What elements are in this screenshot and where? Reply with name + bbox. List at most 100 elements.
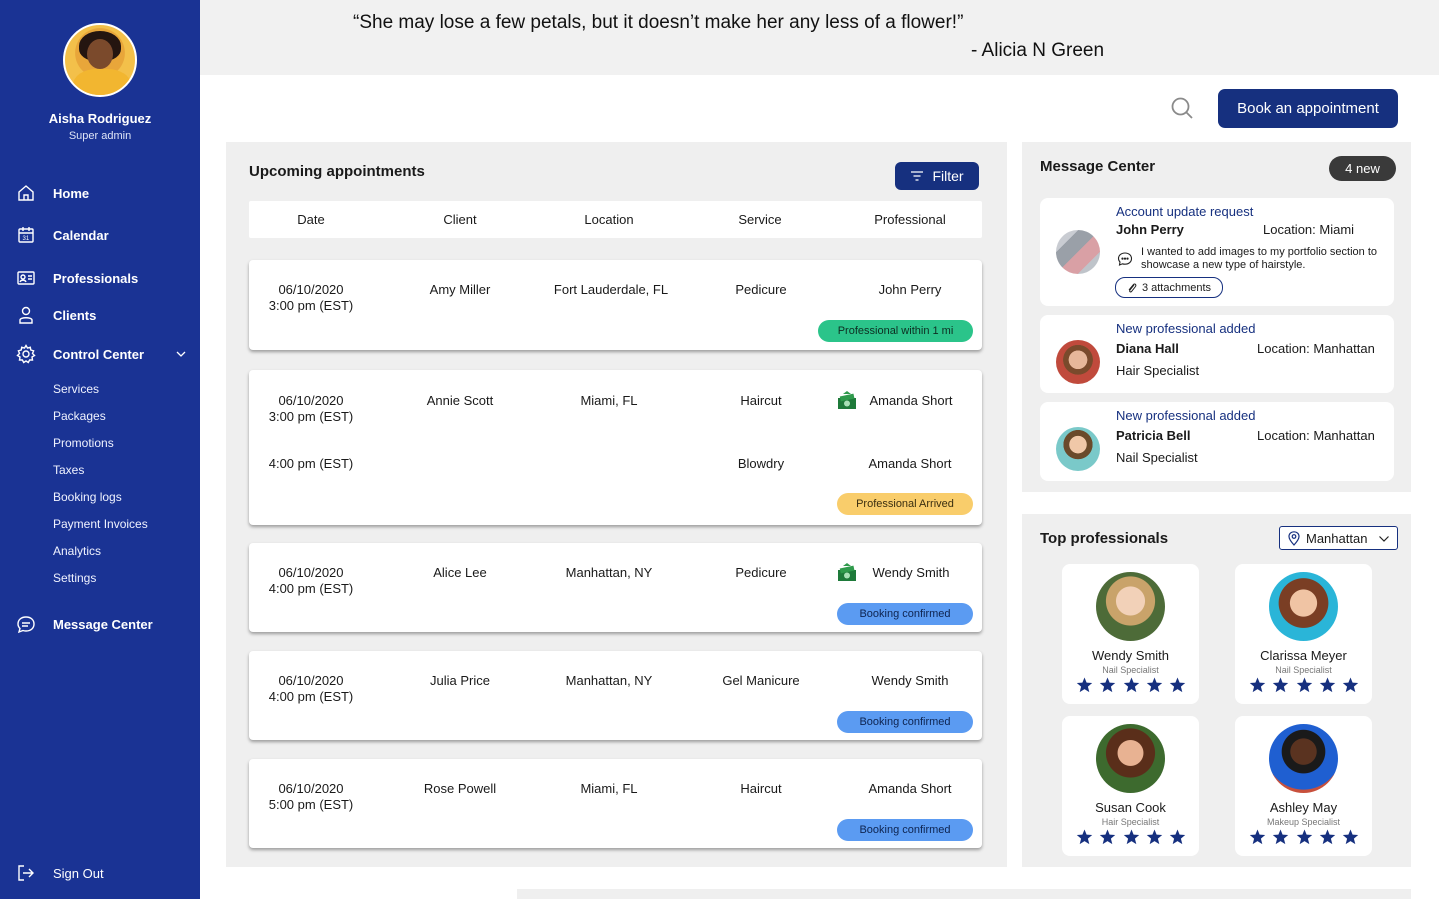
appointment-service: Haircut	[740, 393, 782, 408]
appointments-panel: Upcoming appointments Filter Date Client…	[226, 142, 1007, 867]
status-badge: Professional Arrived	[837, 493, 973, 515]
message-item[interactable]: New professional added Diana Hall Locati…	[1040, 315, 1394, 393]
message-sender: John Perry	[1116, 222, 1184, 237]
appointment-date: 06/10/2020	[278, 781, 344, 796]
star-icon	[1146, 677, 1162, 693]
footer-strip	[517, 889, 1411, 899]
nav-message-center[interactable]: Message Center	[0, 611, 200, 637]
location-select[interactable]: Manhattan	[1279, 526, 1398, 550]
sign-out-icon	[18, 865, 34, 881]
user-name: Aisha Rodriguez	[48, 111, 152, 126]
nav-clients[interactable]: Clients	[0, 302, 200, 328]
rating-stars	[1249, 677, 1359, 693]
appointment-row[interactable]: 06/10/2020 4:00 pm (EST) Alice Lee Manha…	[249, 543, 982, 632]
chevron-down-icon	[1379, 536, 1389, 542]
appointment-professional-secondary: Amanda Short	[868, 456, 952, 471]
appointment-professional: Wendy Smith	[872, 565, 950, 580]
appointment-time: 3:00 pm (EST)	[268, 298, 354, 313]
star-icon	[1123, 677, 1139, 693]
nav-control-center[interactable]: Control Center	[0, 341, 200, 367]
rating-stars	[1076, 829, 1186, 845]
appointment-row[interactable]: 06/10/2020 4:00 pm (EST) Julia Price Man…	[249, 651, 982, 740]
message-item[interactable]: New professional added Patricia Bell Loc…	[1040, 402, 1394, 481]
appointment-professional: John Perry	[878, 282, 942, 297]
star-icon	[1076, 829, 1093, 845]
professional-specialty: Nail Specialist	[1102, 665, 1159, 675]
appointment-professional: Amanda Short	[869, 393, 953, 408]
star-icon	[1319, 677, 1335, 693]
appointment-client: Alice Lee	[433, 565, 487, 580]
professional-name: Susan Cook	[1095, 800, 1166, 815]
star-icon	[1169, 829, 1186, 845]
svg-text:31: 31	[23, 236, 30, 242]
star-icon	[1342, 677, 1359, 693]
professional-card[interactable]: Susan Cook Hair Specialist	[1062, 716, 1199, 856]
appointment-row[interactable]: 06/10/2020 3:00 pm (EST) Annie Scott Mia…	[249, 370, 982, 525]
message-item[interactable]: Account update request John Perry Locati…	[1040, 198, 1394, 306]
professional-name: Clarissa Meyer	[1260, 648, 1347, 663]
column-header-service[interactable]: Service	[700, 212, 820, 227]
avatar	[1096, 572, 1165, 641]
user-avatar[interactable]	[63, 23, 137, 97]
filter-icon	[911, 171, 924, 181]
appointment-client: Annie Scott	[426, 393, 494, 408]
search-icon[interactable]	[1170, 96, 1194, 120]
user-icon	[19, 306, 33, 324]
status-badge: Booking confirmed	[837, 819, 973, 841]
column-header-date[interactable]: Date	[249, 212, 373, 227]
subnav-booking-logs[interactable]: Booking logs	[53, 490, 122, 504]
attachments-button[interactable]: 3 attachments	[1115, 277, 1223, 298]
subnav-payment-invoices[interactable]: Payment Invoices	[53, 517, 148, 531]
subnav-analytics[interactable]: Analytics	[53, 544, 101, 558]
appointment-location: Fort Lauderdale, FL	[553, 282, 669, 297]
message-title: New professional added	[1116, 321, 1256, 336]
appointments-title: Upcoming appointments	[249, 163, 425, 180]
professional-card[interactable]: Wendy Smith Nail Specialist	[1062, 564, 1199, 704]
nav-message-center-label: Message Center	[53, 616, 153, 632]
professional-card[interactable]: Clarissa Meyer Nail Specialist	[1235, 564, 1372, 704]
avatar	[1056, 340, 1100, 384]
rating-stars	[1076, 677, 1186, 693]
column-header-client[interactable]: Client	[400, 212, 520, 227]
appointment-location: Miami, FL	[580, 393, 638, 408]
professional-specialty: Makeup Specialist	[1266, 817, 1341, 827]
filter-button[interactable]: Filter	[895, 162, 979, 190]
message-sender: Diana Hall	[1116, 341, 1179, 356]
user-role: Super admin	[68, 130, 132, 142]
attachments-label: 3 attachments	[1141, 281, 1212, 294]
star-icon	[1296, 677, 1312, 693]
status-badge: Professional within 1 mi	[818, 320, 973, 342]
message-center-panel: Message Center 4 new Account update requ…	[1022, 142, 1411, 492]
nav-professionals[interactable]: Professionals	[0, 265, 200, 291]
chevron-down-icon	[176, 351, 186, 357]
star-icon	[1249, 677, 1266, 693]
comment-icon	[1117, 252, 1133, 266]
nav-calendar[interactable]: 31 Calendar	[0, 222, 200, 248]
appointment-client: Julia Price	[430, 673, 490, 688]
location-select-value: Manhattan	[1306, 531, 1368, 546]
column-header-location[interactable]: Location	[529, 212, 689, 227]
nav-control-center-label: Control Center	[53, 346, 144, 362]
subnav-promotions[interactable]: Promotions	[53, 436, 114, 450]
star-icon	[1273, 677, 1289, 693]
subnav-packages[interactable]: Packages	[53, 409, 106, 423]
subnav-taxes[interactable]: Taxes	[53, 463, 84, 477]
appointment-time: 5:00 pm (EST)	[268, 797, 354, 812]
column-header-professional[interactable]: Professional	[850, 212, 970, 227]
nav-clients-label: Clients	[53, 307, 97, 323]
nav-home[interactable]: Home	[0, 180, 200, 206]
subnav-settings[interactable]: Settings	[53, 571, 96, 585]
appointment-row[interactable]: 06/10/2020 3:00 pm (EST) Amy Miller Fort…	[249, 260, 982, 350]
professional-card[interactable]: Ashley May Makeup Specialist	[1235, 716, 1372, 856]
star-icon	[1169, 677, 1186, 693]
appointment-row[interactable]: 06/10/2020 5:00 pm (EST) Rose Powell Mia…	[249, 759, 982, 848]
new-messages-badge[interactable]: 4 new	[1329, 156, 1396, 181]
sidebar: Aisha Rodriguez Super admin Home 31 Cale…	[0, 0, 200, 899]
nav-calendar-label: Calendar	[53, 227, 109, 243]
subnav-services[interactable]: Services	[53, 382, 99, 396]
book-appointment-button[interactable]: Book an appointment	[1218, 89, 1398, 128]
status-badge: Booking confirmed	[837, 603, 973, 625]
location-pin-icon	[1288, 531, 1300, 546]
nav-sign-out[interactable]: Sign Out	[0, 860, 200, 886]
appointment-time: 4:00 pm (EST)	[268, 689, 354, 704]
